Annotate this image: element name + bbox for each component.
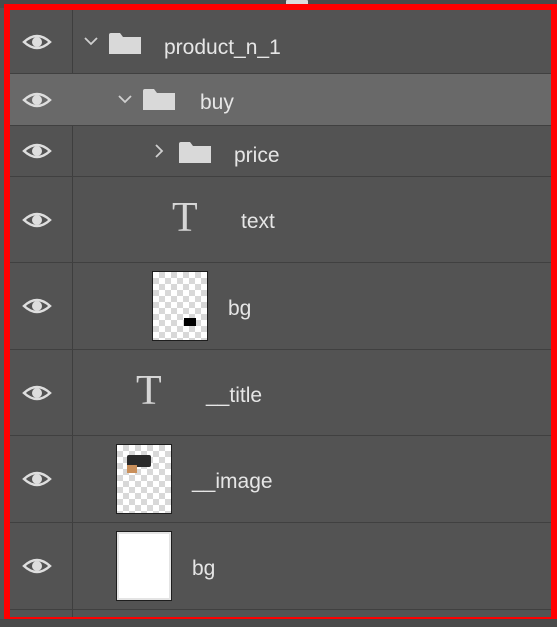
layer-name: buy — [200, 91, 234, 114]
folder-icon — [108, 30, 142, 56]
layers-panel-highlight: product_n_1 buy price T text bg T __titl… — [4, 4, 557, 623]
layer-row-title[interactable]: T __title — [10, 350, 551, 436]
chevron-down-icon[interactable] — [118, 92, 132, 106]
eye-icon[interactable] — [22, 383, 52, 403]
layer-row-bg[interactable]: bg — [10, 263, 551, 350]
text-layer-icon: T — [172, 195, 198, 241]
layer-name: bg — [228, 297, 252, 320]
layer-row-price[interactable]: price — [10, 126, 551, 177]
eye-icon[interactable] — [22, 296, 52, 316]
layer-name: text — [241, 210, 275, 233]
folder-icon — [178, 139, 212, 165]
eye-icon[interactable] — [22, 141, 52, 161]
layer-name: product_n_1 — [164, 36, 281, 59]
eye-icon[interactable] — [22, 32, 52, 52]
layer-row-buy[interactable]: buy — [10, 74, 551, 126]
layer-row-image[interactable]: __image — [10, 436, 551, 523]
eye-icon[interactable] — [22, 469, 52, 489]
layer-thumbnail — [116, 444, 172, 514]
eye-icon[interactable] — [22, 556, 52, 576]
layer-name: price — [234, 144, 280, 167]
eye-icon[interactable] — [22, 90, 52, 110]
eye-icon[interactable] — [22, 210, 52, 230]
layer-row-text[interactable]: T text — [10, 177, 551, 263]
layer-name: __image — [192, 470, 273, 493]
layer-thumbnail — [116, 531, 172, 601]
thumbnail-content — [184, 318, 196, 326]
thumbnail-content — [127, 465, 137, 473]
layer-name: bg — [192, 557, 216, 580]
text-layer-icon: T — [136, 368, 162, 414]
chevron-right-icon[interactable] — [152, 144, 166, 158]
layer-row-product-n-1[interactable]: product_n_1 — [10, 10, 551, 74]
layer-name: __title — [206, 384, 263, 407]
layer-thumbnail — [152, 271, 208, 341]
layer-row-bg-bottom[interactable]: bg — [10, 523, 551, 610]
panel-bottom-strip — [0, 619, 557, 627]
folder-icon — [142, 86, 176, 112]
chevron-down-icon[interactable] — [84, 34, 98, 48]
